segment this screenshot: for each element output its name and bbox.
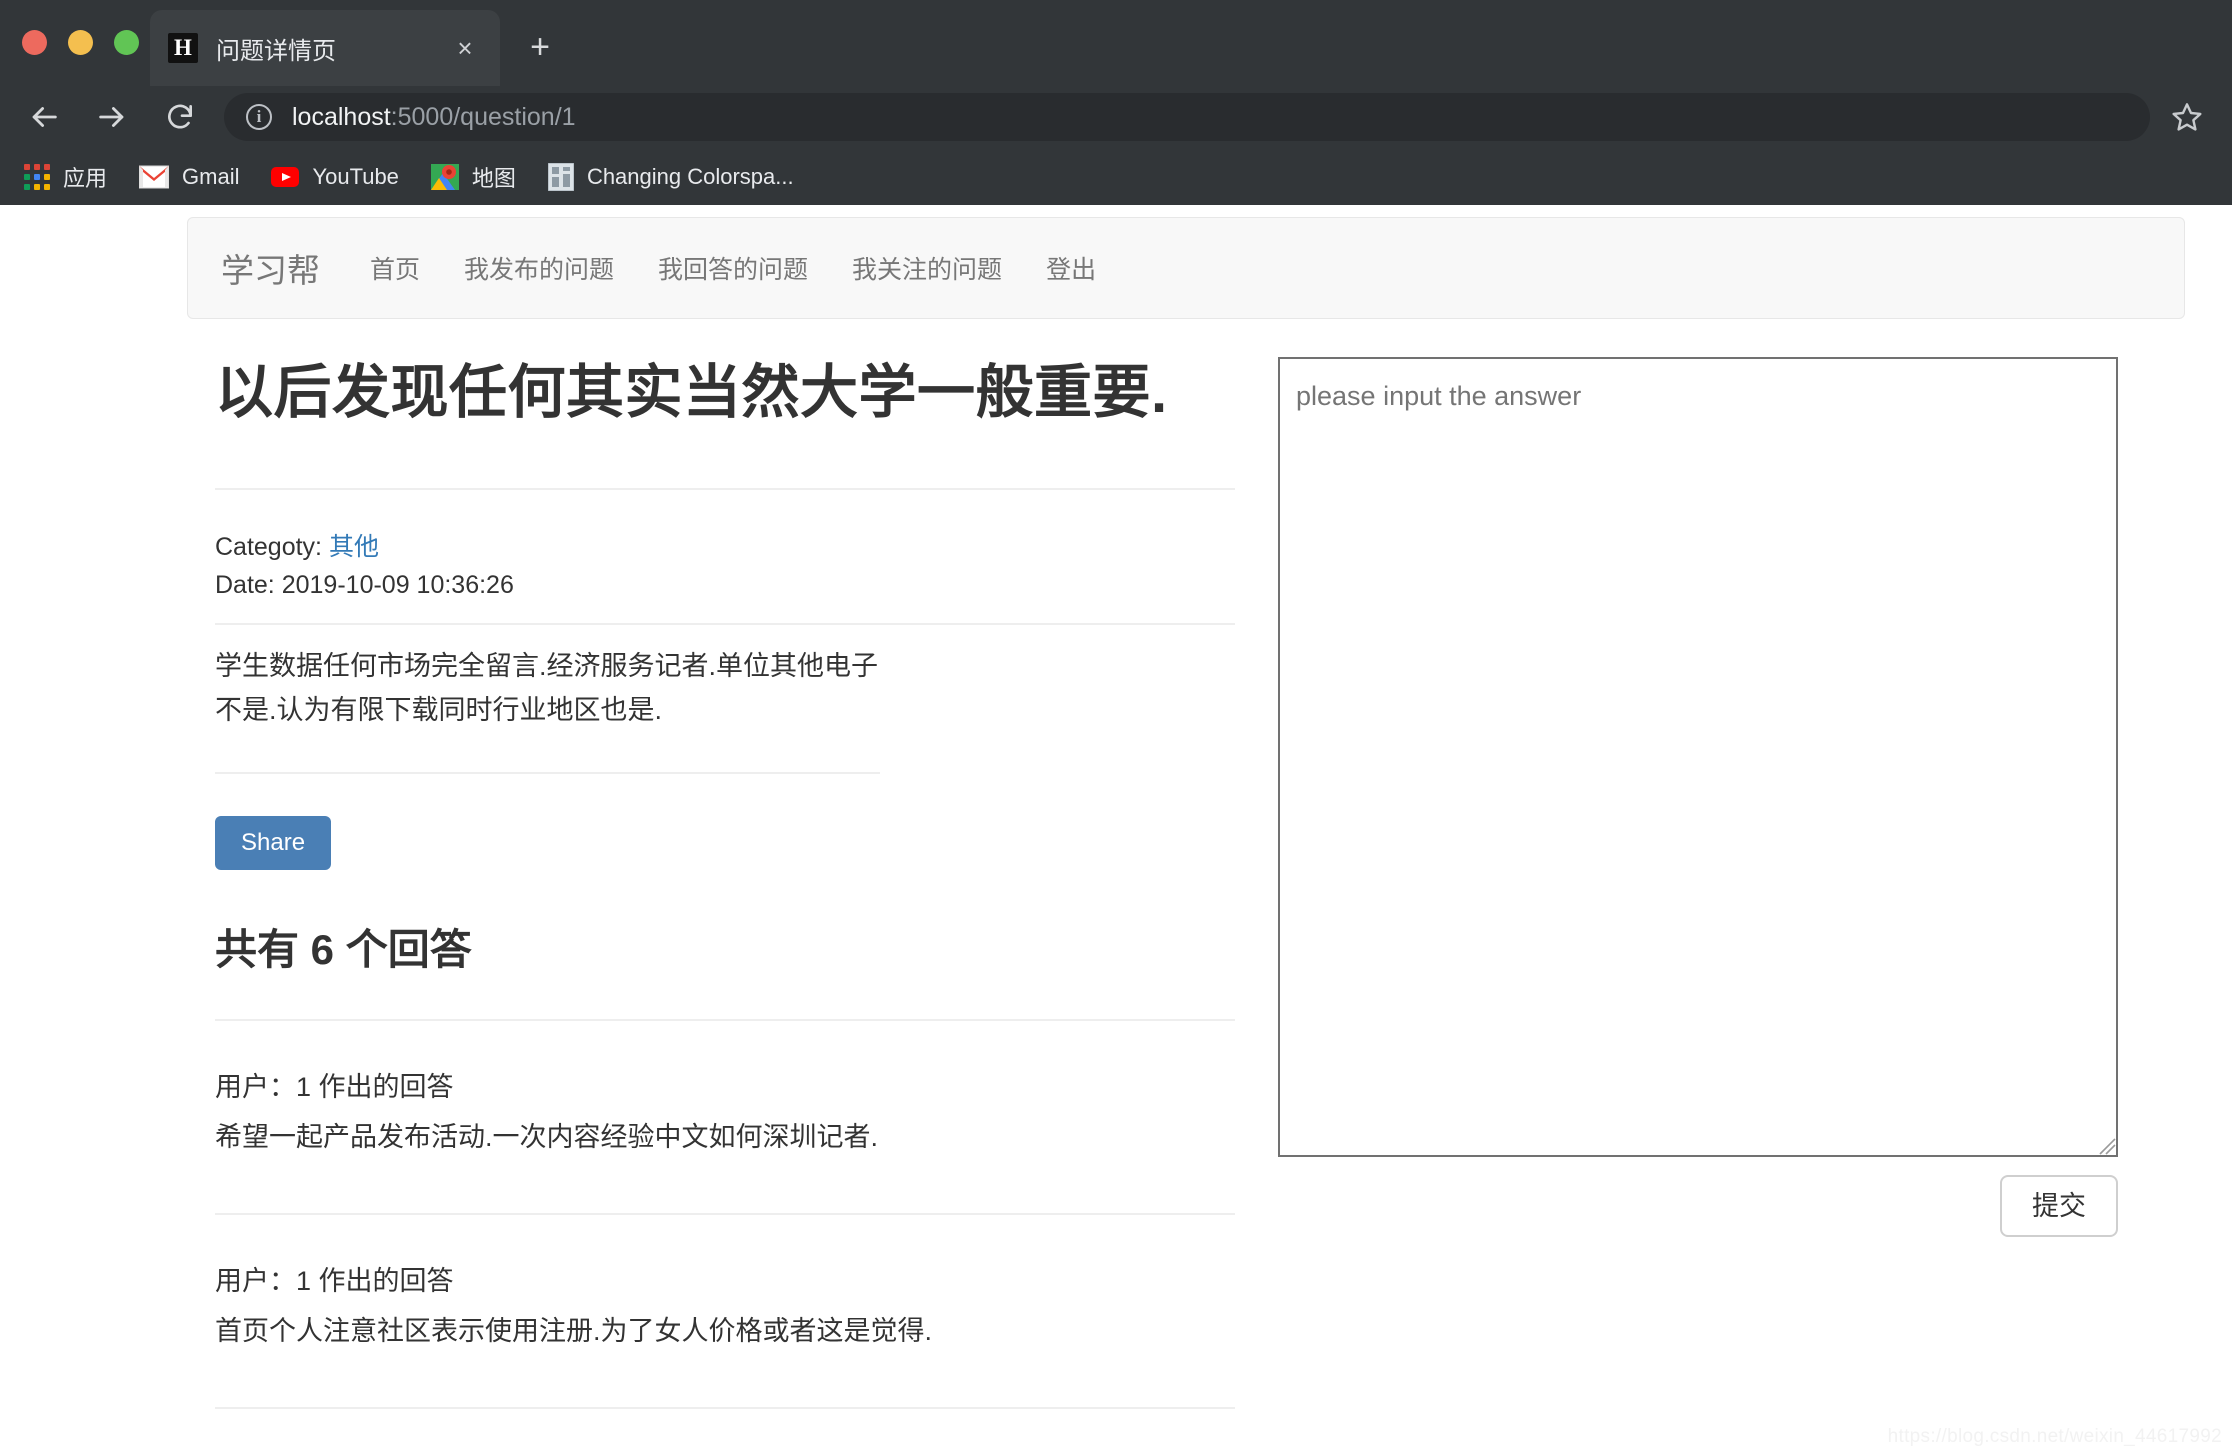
minimize-window-button[interactable] [68,30,93,55]
answer-user: 用户：1 作出的回答 [215,1072,454,1103]
answer-divider [215,1406,1235,1409]
address-bar[interactable]: i localhost:5000/question/1 [224,93,2150,141]
answer-text: 首页个人注意社区表示使用注册.为了女人价格或者这是觉得. [215,1316,933,1346]
tab-favicon-icon: H [168,33,198,63]
date-value: 2019-10-09 10:36:26 [281,571,514,600]
url-path: :5000/question/1 [390,102,576,131]
question-category-row: Categoty: 其他 [215,528,1235,567]
bookmark-label: 应用 [63,165,108,191]
site-navbar: 学习帮 首页 我发布的问题 我回答的问题 我关注的问题 登出 [187,217,2185,319]
bookmark-apps[interactable]: 应用 [18,155,123,199]
url-text: localhost:5000/question/1 [292,103,576,132]
browser-chrome: H 问题详情页 × + i localhost:5000/question/1 [0,0,2232,205]
answer-text: 希望一起产品发布活动.一次内容经验中文如何深圳记者. [215,1122,879,1153]
bookmark-label: Gmail [182,163,240,189]
page-title: 以后发现任何其实当然大学一般重要. [215,360,1168,425]
submit-answer-button[interactable]: 提交 [2000,1175,2118,1238]
bookmarks-bar: 应用 Gmail YouTube 地图 Changing Colorspa... [0,148,2232,205]
bookmark-label: 地图 [471,165,516,191]
nav-link-my-answers[interactable]: 我回答的问题 [636,250,830,286]
tab-title: 问题详情页 [216,37,336,65]
answer-input[interactable] [1278,357,2118,1157]
bookmark-label: Changing Colorspa... [586,163,794,189]
star-icon[interactable] [2164,94,2210,140]
youtube-icon [271,166,300,187]
question-column: 以后发现任何其实当然大学一般重要. Categoty: 其他 Date: 201… [215,357,1235,1409]
bookmark-label: YouTube [312,163,399,189]
close-window-button[interactable] [22,30,47,55]
question-body: 学生数据任何市场完全留言.经济服务记者.单位其他电子不是.认为有限下载同时行业地… [215,651,879,725]
title-divider [215,487,1235,490]
nav-link-home[interactable]: 首页 [348,250,442,286]
reload-icon[interactable] [158,95,202,139]
bookmark-maps[interactable]: 地图 [415,155,532,199]
back-arrow-icon[interactable] [22,95,66,139]
browser-toolbar: i localhost:5000/question/1 [0,86,2232,148]
bookmark-youtube[interactable]: YouTube [255,155,414,199]
answer-item: 用户：1 作出的回答 首页个人注意社区表示使用注册.为了女人价格或者这是觉得. [215,1215,1235,1407]
date-label: Date: [215,571,275,600]
nav-link-logout[interactable]: 登出 [1024,250,1118,286]
close-tab-icon[interactable]: × [448,35,482,61]
window-controls[interactable] [22,30,139,55]
page-viewport: 学习帮 首页 我发布的问题 我回答的问题 我关注的问题 登出 以后发现任何其实当… [0,205,2232,1456]
maximize-window-button[interactable] [114,30,139,55]
google-maps-icon [430,163,459,190]
category-link[interactable]: 其他 [329,533,379,561]
body-divider [215,772,880,775]
meta-divider [215,623,1235,625]
tab-strip: H 问题详情页 × + [0,0,2232,86]
submit-row: 提交 [1278,1175,2118,1238]
answers-heading: 共有 6 个回答 [215,926,472,974]
site-info-icon[interactable]: i [246,104,272,130]
bookmark-gmail[interactable]: Gmail [123,155,255,199]
browser-window: H 问题详情页 × + i localhost:5000/question/1 [0,0,2232,1456]
answer-form-column: 提交 [1278,357,2118,1238]
question-meta: Categoty: 其他 Date: 2019-10-09 10:36:26 [215,528,1235,606]
question-date-row: Date: 2019-10-09 10:36:26 [215,566,1235,605]
forward-arrow-icon[interactable] [90,95,134,139]
nav-link-my-questions[interactable]: 我发布的问题 [442,250,636,286]
site-brand[interactable]: 学习帮 [188,244,348,292]
new-tab-button[interactable]: + [520,30,560,64]
gmail-icon [139,165,170,188]
watermark: https://blog.csdn.net/weixin_44617992 [1887,1426,2222,1447]
share-button[interactable]: Share [215,816,332,871]
bookmark-changing-colorspace[interactable]: Changing Colorspa... [532,155,810,199]
category-label: Categoty: [215,532,323,561]
nav-link-followed-questions[interactable]: 我关注的问题 [830,250,1024,286]
answer-user: 用户：1 作出的回答 [215,1266,454,1297]
answer-item: 用户：1 作出的回答 希望一起产品发布活动.一次内容经验中文如何深圳记者. [215,1021,1235,1213]
url-host: localhost [292,102,391,131]
apps-grid-icon [24,163,50,190]
browser-tab[interactable]: H 问题详情页 × [150,10,500,86]
generic-page-icon [547,162,574,191]
